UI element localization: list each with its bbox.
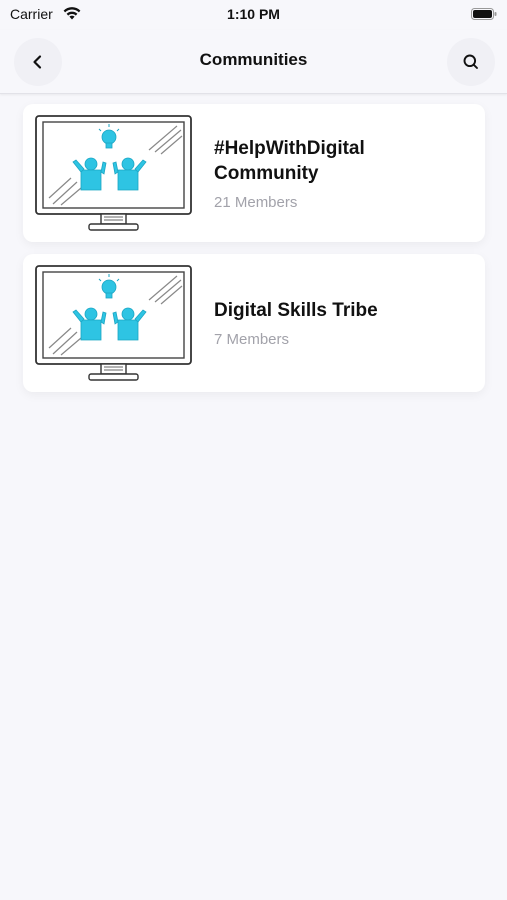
community-card[interactable]: #HelpWithDigital Community 21 Members bbox=[23, 104, 485, 242]
page-title: Communities bbox=[199, 50, 308, 69]
community-card[interactable]: Digital Skills Tribe 7 Members bbox=[23, 254, 485, 392]
status-time: 1:10 PM bbox=[227, 6, 280, 22]
community-title: #HelpWithDigital Community bbox=[214, 137, 365, 184]
battery-icon bbox=[471, 8, 497, 20]
community-title: Digital Skills Tribe bbox=[214, 300, 378, 321]
community-list: #HelpWithDigital Community 21 Members Di… bbox=[23, 104, 485, 404]
community-image bbox=[31, 262, 196, 384]
community-text: #HelpWithDigital Community 21 Members bbox=[214, 104, 471, 242]
community-image bbox=[31, 112, 196, 234]
navigation-bar: Communities bbox=[0, 30, 507, 94]
search-icon bbox=[463, 54, 478, 69]
member-count: 21 Members bbox=[214, 193, 298, 211]
community-text: Digital Skills Tribe 7 Members bbox=[214, 254, 471, 392]
search-button[interactable] bbox=[447, 38, 495, 86]
monitor-team-illustration bbox=[35, 265, 192, 381]
member-count: 7 Members bbox=[214, 331, 290, 348]
status-bar: Carrier 1:10 PM bbox=[0, 0, 507, 30]
monitor-team-illustration bbox=[35, 115, 192, 231]
